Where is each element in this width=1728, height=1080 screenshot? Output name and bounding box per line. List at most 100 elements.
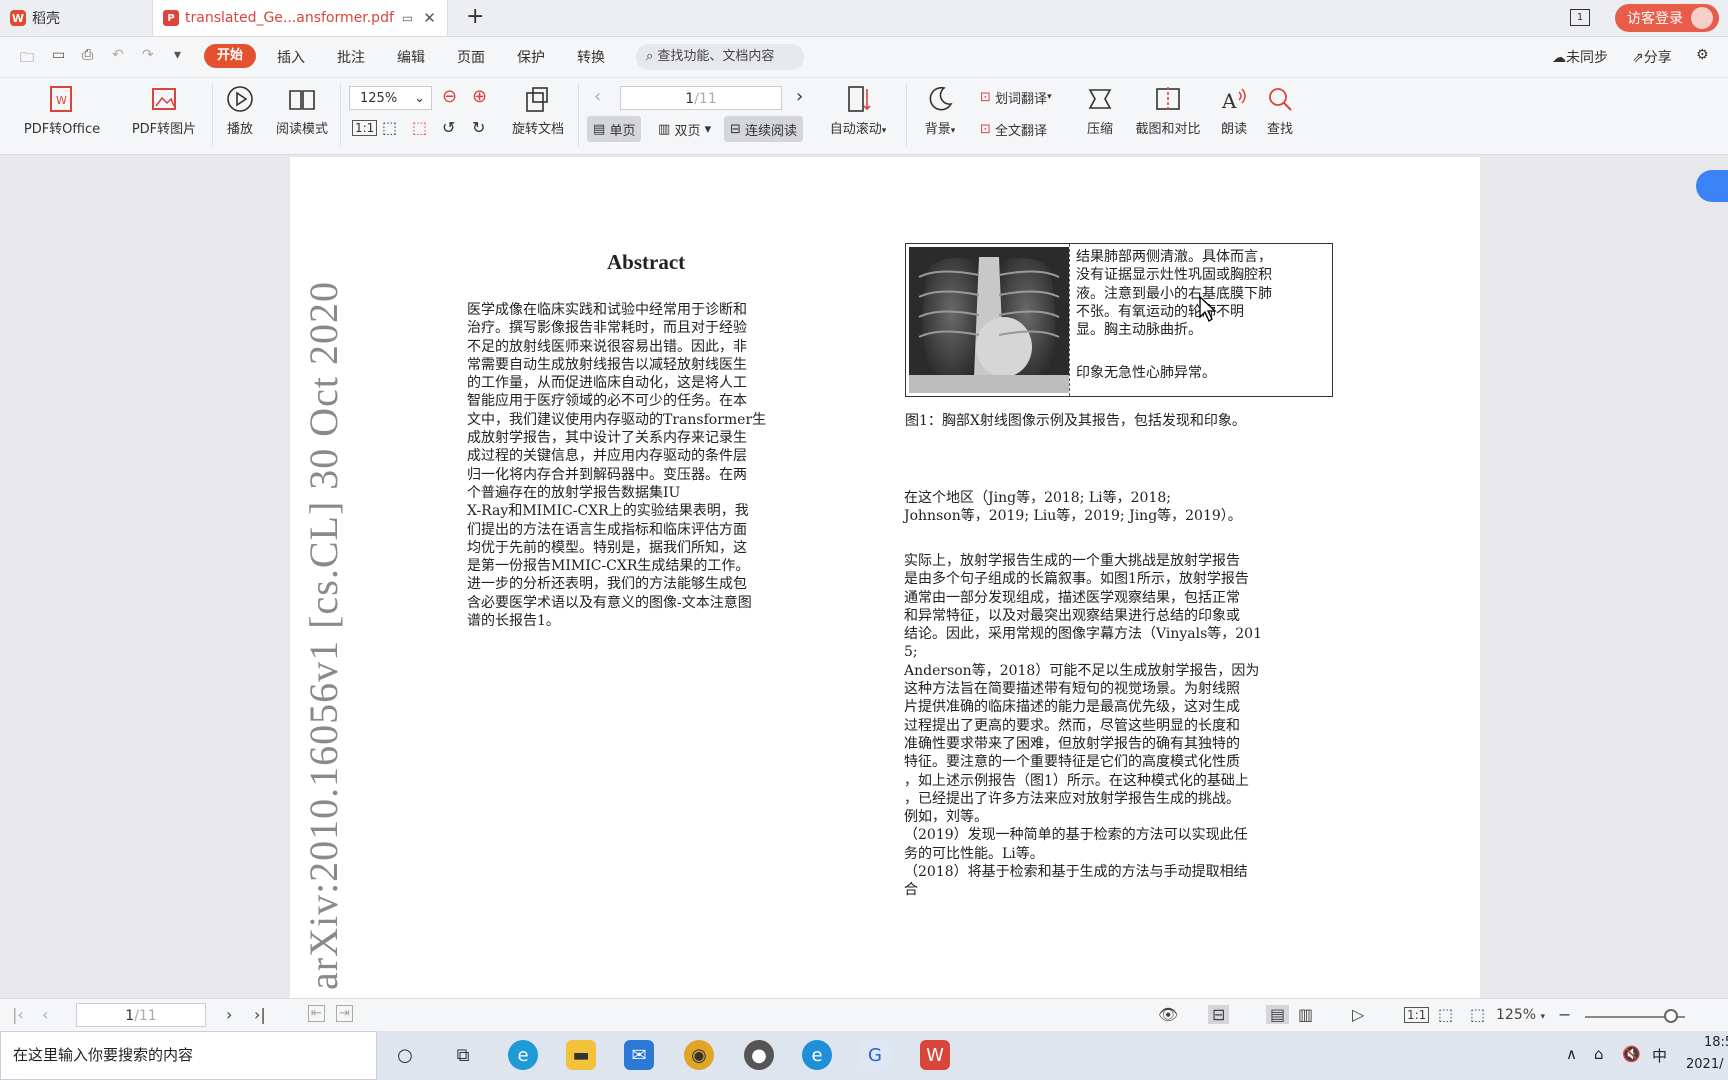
play-icon[interactable]: ▷ (1352, 1005, 1364, 1024)
file-explorer-icon[interactable]: ▬ (566, 1040, 596, 1070)
avatar (1691, 7, 1713, 29)
back-view-icon[interactable]: ⇤ (308, 1005, 325, 1022)
play-button[interactable]: 播放 (220, 82, 260, 137)
page-number-input[interactable]: 1/11 (620, 86, 782, 110)
side-panel-toggle-button[interactable] (1696, 170, 1728, 202)
next-page-icon[interactable]: › (226, 1005, 232, 1024)
fit-page-icon[interactable]: ⬚ (382, 118, 397, 137)
chrome-icon[interactable]: ◉ (684, 1040, 714, 1070)
zoom-out-icon[interactable]: − (1558, 1005, 1571, 1024)
recorder-app-icon[interactable]: ● (744, 1040, 774, 1070)
menu-page[interactable]: 页面 (457, 47, 485, 67)
zoom-out-icon[interactable]: ⊖ (442, 86, 457, 107)
eye-protection-icon[interactable]: 👁 (1158, 1005, 1178, 1024)
translate-app-icon[interactable]: G (860, 1040, 890, 1070)
divider (906, 84, 907, 146)
next-page-icon[interactable]: › (796, 86, 803, 107)
menu-start[interactable]: 开始 (204, 44, 256, 68)
tab-home[interactable]: W 稻壳 (0, 0, 150, 36)
volume-mute-icon[interactable]: 🔇 (1622, 1045, 1641, 1063)
print-icon[interactable]: ⎙ (82, 47, 93, 63)
save-icon[interactable]: ▭ (52, 47, 65, 63)
menu-convert[interactable]: 转换 (577, 47, 605, 67)
feature-search-input[interactable]: ⌕ 查找功能、文档内容 (636, 44, 804, 70)
mail-icon[interactable]: ✉ (624, 1040, 654, 1070)
find-button[interactable]: 查找 (1260, 82, 1300, 137)
continuous-view-icon[interactable]: ⊟ (1208, 1005, 1230, 1024)
taskbar-search-input[interactable]: 在这里输入你要搜索的内容 (0, 1031, 377, 1080)
clock-time[interactable]: 18:5 (1704, 1035, 1728, 1050)
chevron-down-icon: ▾ (1047, 92, 1052, 102)
internet-explorer-icon[interactable]: e (802, 1040, 832, 1070)
fit-width-icon[interactable]: ⬚ (412, 118, 427, 137)
tab-home-label: 稻壳 (32, 11, 60, 27)
clock-date[interactable]: 2021/ (1686, 1057, 1723, 1072)
screenshot-compare-button[interactable]: 截图和对比 (1128, 82, 1208, 137)
task-view-icon[interactable]: ⧉ (448, 1040, 478, 1070)
new-tab-button[interactable]: + (466, 4, 484, 29)
full-translate-button[interactable]: ⊡ 全文翻译 (974, 116, 1053, 142)
pdf-to-image-icon (126, 82, 202, 116)
mouse-cursor-icon (1199, 295, 1217, 322)
zoom-slider-handle[interactable] (1664, 1009, 1678, 1023)
cortana-icon[interactable]: ○ (390, 1040, 420, 1070)
divider (212, 84, 213, 146)
actual-size-icon[interactable]: 1:1 (1404, 1007, 1430, 1023)
background-button[interactable]: 背景▾ (914, 82, 966, 137)
read-mode-button[interactable]: 阅读模式 (270, 82, 334, 137)
close-tab-icon[interactable]: ✕ (423, 9, 436, 27)
edge-browser-icon[interactable]: e (508, 1040, 538, 1070)
first-page-icon[interactable]: |‹ (12, 1005, 24, 1024)
svg-text:A: A (1221, 89, 1237, 113)
double-page-button[interactable]: ▥ 双页 ▾ (652, 116, 717, 142)
tray-expand-icon[interactable]: ∧ (1566, 1045, 1577, 1063)
wps-office-icon[interactable]: W (920, 1040, 950, 1070)
single-page-icon: ▤ (593, 121, 606, 137)
play-icon (220, 82, 260, 116)
rotate-right-icon[interactable]: ↻ (472, 118, 485, 137)
auto-scroll-button[interactable]: 自动滚动▾ (820, 82, 896, 137)
figure-divider (1069, 244, 1070, 396)
full-translate-icon: ⊡ (980, 121, 991, 137)
status-zoom-select[interactable]: 125% ▾ (1496, 1007, 1545, 1023)
zoom-select[interactable]: 125% ⌄ (349, 86, 432, 110)
continuous-read-button[interactable]: ⊟ 连续阅读 (724, 116, 804, 142)
compress-button[interactable]: 压缩 (1080, 82, 1120, 137)
monitor-icon[interactable]: ▭ (402, 11, 413, 25)
open-folder-icon[interactable]: 🗀 (20, 47, 34, 71)
menu-insert[interactable]: 插入 (277, 47, 305, 67)
fit-page-icon[interactable]: ⬚ (1438, 1005, 1453, 1024)
menu-comment[interactable]: 批注 (337, 47, 365, 67)
actual-size-icon[interactable]: 1:1 (352, 120, 378, 136)
share-button[interactable]: ⇗分享 (1632, 47, 1672, 67)
pdf-to-image-button[interactable]: PDF转图片 (126, 82, 202, 137)
quick-access-dropdown-icon[interactable]: ▾ (174, 47, 181, 63)
single-page-button[interactable]: ▤ 单页 (587, 116, 642, 142)
network-icon[interactable]: ⌂ (1594, 1045, 1604, 1063)
word-translate-button[interactable]: ⊡ 划词翻译 ▾ (974, 84, 1058, 110)
fit-width-icon[interactable]: ⬚ (1470, 1005, 1485, 1024)
undo-icon[interactable]: ↶ (112, 47, 124, 63)
sync-button[interactable]: ☁未同步 (1552, 47, 1608, 67)
forward-view-icon[interactable]: ⇥ (336, 1005, 353, 1022)
prev-page-icon[interactable]: ‹ (594, 86, 601, 107)
ime-indicator[interactable]: 中 (1652, 1045, 1667, 1066)
rotate-left-icon[interactable]: ↺ (442, 118, 455, 137)
double-page-view-icon[interactable]: ▥ (1298, 1005, 1313, 1024)
settings-gear-icon[interactable]: ⚙ (1696, 47, 1709, 63)
pdf-to-office-button[interactable]: W PDF转Office (14, 82, 110, 137)
read-aloud-button[interactable]: A 朗读 (1214, 82, 1254, 137)
status-page-input[interactable]: 1/11 (76, 1003, 206, 1027)
tab-document[interactable]: P translated_Ge...ansformer.pdf ▭ ✕ (152, 0, 448, 36)
menu-edit[interactable]: 编辑 (397, 47, 425, 67)
prev-page-icon[interactable]: ‹ (42, 1005, 48, 1024)
zoom-in-icon[interactable]: ⊕ (472, 86, 487, 107)
redo-icon[interactable]: ↷ (142, 47, 154, 63)
background-label: 背景 (924, 122, 951, 137)
last-page-icon[interactable]: ›| (254, 1005, 266, 1024)
single-page-view-icon[interactable]: ▤ (1266, 1005, 1290, 1024)
window-count-icon[interactable]: 1 (1570, 9, 1590, 26)
rotate-document-button[interactable]: 旋转文档 (506, 82, 570, 137)
menu-protect[interactable]: 保护 (517, 47, 545, 67)
login-button[interactable]: 访客登录 (1615, 4, 1719, 32)
